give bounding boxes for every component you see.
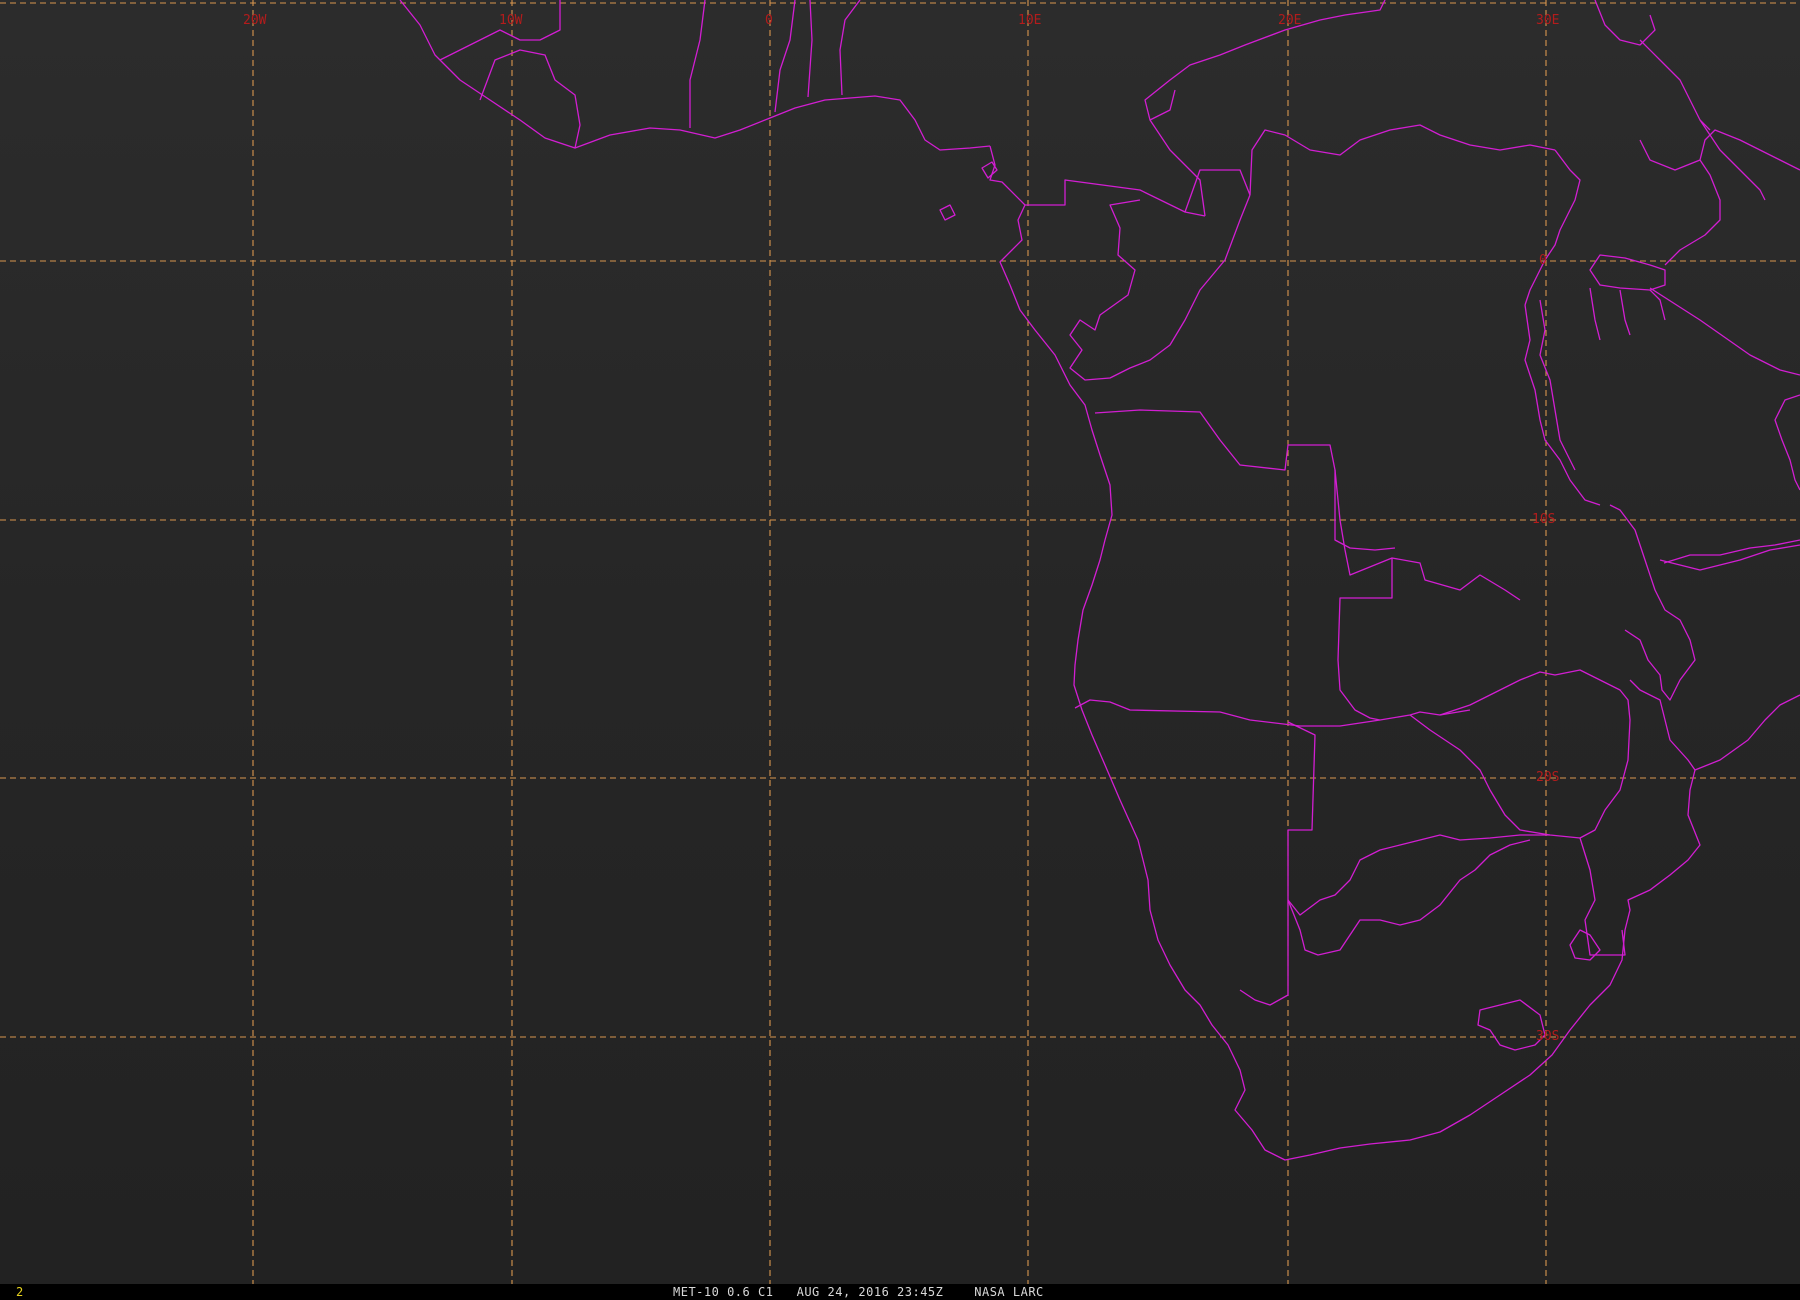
satellite-image-viewer: 20W 10W 0 10E 20E 30E 0 10S 20S 30S 2 ME…: [0, 0, 1800, 1300]
grid-label-lat-10s: 10S: [1532, 512, 1555, 527]
grid-label-lat-20s: 20S: [1536, 770, 1559, 785]
status-bar: 2 MET-10 0.6 C1 AUG 24, 2016 23:45Z NASA…: [0, 1284, 1800, 1300]
map-background: [0, 0, 1800, 1284]
grid-label-lon-10e: 10E: [1018, 13, 1041, 28]
grid-label-lat-30s: 30S: [1536, 1029, 1559, 1044]
grid-label-lon-0: 0: [765, 13, 773, 28]
grid-label-lat-0: 0: [1539, 253, 1547, 268]
frame-number: 2: [16, 1285, 24, 1299]
grid-label-lon-10w: 10W: [499, 13, 523, 28]
image-caption: MET-10 0.6 C1 AUG 24, 2016 23:45Z NASA L…: [673, 1285, 1044, 1299]
grid-label-lon-20w: 20W: [243, 13, 267, 28]
grid-label-lon-20e: 20E: [1278, 13, 1301, 28]
satellite-map[interactable]: 20W 10W 0 10E 20E 30E 0 10S 20S 30S: [0, 0, 1800, 1284]
grid-label-lon-30e: 30E: [1536, 13, 1559, 28]
